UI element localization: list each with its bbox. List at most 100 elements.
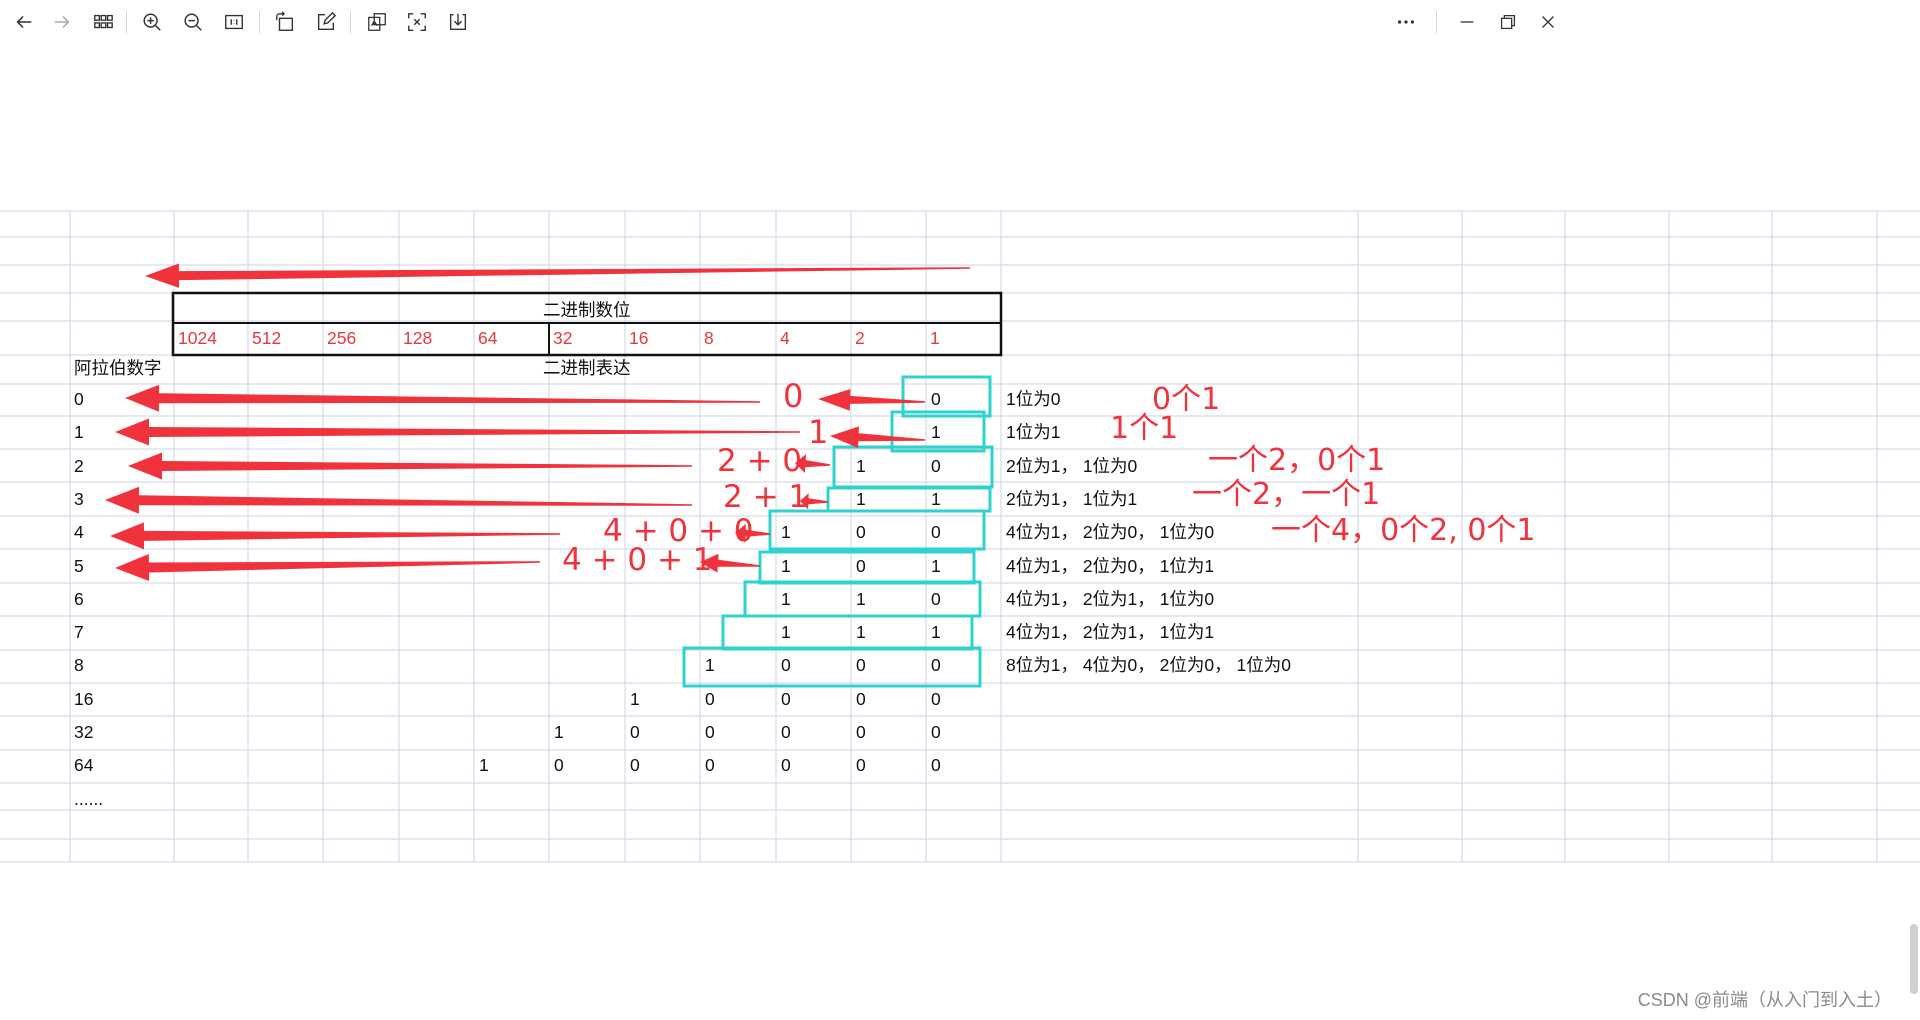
binary-digit-cell: 1 [781,555,791,576]
arabic-number-cell: 64 [74,755,94,776]
bit-description-cell: 4位为1， 2位为0， 1位为0 [1006,522,1215,543]
binary-digit-cell: 0 [705,722,715,742]
arabic-number-cell: 4 [74,522,84,543]
highlight-box [901,375,992,418]
binary-digits-header: 二进制数位 [543,300,631,320]
binary-digit-cell: 1 [931,622,941,643]
arabic-number-label: 阿拉伯数字 [74,358,162,378]
red-arrow [818,389,926,411]
bit-value-cell: 2 [855,328,865,348]
watermark: CSDN @前端（从入门到入土） [1637,990,1892,1010]
binary-digit-cell: 1 [856,488,866,509]
binary-digit-cell: 0 [856,755,866,776]
bit-description-cell: 2位为1， 1位为1 [1006,488,1138,509]
arabic-number-cell: 2 [74,455,84,476]
binary-digit-cell: 0 [931,588,941,609]
binary-digit-cell: 1 [856,622,866,643]
binary-digit-cell: 0 [781,655,791,676]
binary-digit-cell: 0 [705,755,715,776]
bit-value-cell: 16 [629,328,649,348]
bit-value-cell: 512 [252,328,282,348]
red-arrow [115,418,800,446]
binary-digit-cell: 1 [781,588,791,609]
sum-annotation: 2 + 1 [723,479,809,515]
sheet-canvas [0,210,1920,863]
bit-value-cell: 4 [780,328,790,348]
highlight-box [768,509,986,551]
binary-digit-cell: 1 [554,722,564,742]
arabic-number-cell: 5 [74,555,84,576]
sum-annotation: 0 [783,377,804,415]
binary-digit-cell: 0 [856,555,866,576]
arabic-number-cell: ...... [74,788,104,809]
bit-description-cell: 2位为1， 1位为0 [1006,455,1138,476]
arabic-number-cell: 7 [74,622,84,643]
binary-digit-cell: 0 [705,688,715,709]
bit-value-cell: 128 [403,328,433,348]
binary-digit-cell: 0 [931,688,941,709]
highlight-box [758,550,976,585]
binary-digit-cell: 0 [931,722,941,742]
count-annotation: 1个1 [1110,411,1179,446]
red-arrow [125,384,761,412]
bit-description-cell: 8位为1， 4位为0， 2位为0， 1位为0 [1006,655,1291,676]
binary-digit-cell: 0 [781,755,791,776]
sum-annotation: 2 + 0 [717,443,803,479]
binary-digit-cell: 1 [856,455,866,476]
bit-value-cell: 1024 [178,328,217,348]
binary-digit-cell: 1 [856,588,866,609]
arabic-number-cell: 0 [74,389,84,409]
binary-digit-cell: 0 [931,522,941,543]
binary-digit-cell: 1 [630,688,640,709]
red-arrow [145,263,971,288]
arabic-number-cell: 1 [74,422,84,443]
binary-digit-cell: 1 [931,555,941,576]
red-arrow [830,426,926,448]
binary-digit-cell: 1 [931,488,941,509]
red-arrow [110,522,561,550]
sum-annotation: 1 [808,413,829,451]
arabic-number-cell: 16 [74,688,94,709]
binary-digit-cell: 1 [781,622,791,643]
red-arrow [115,554,541,582]
spreadsheet-image: 二进制数位 阿拉伯数字 二进制表达 1024 512 256 128 64 32 16 8 4 2… [0,0,1920,1020]
bit-value-cell: 8 [704,328,714,348]
binary-digit-cell: 1 [781,522,791,543]
bit-value-cell: 64 [478,328,498,348]
binary-digit-cell: 0 [856,522,866,543]
binary-digit-cell: 0 [630,722,640,742]
arabic-number-cell: 8 [74,655,84,676]
arabic-number-cell: 6 [74,588,84,609]
binary-digit-cell: 1 [705,655,715,676]
binary-digit-cell: 0 [931,389,941,409]
highlight-box [826,486,992,513]
bit-value-cell: 256 [327,328,357,348]
binary-digit-cell: 0 [781,722,791,742]
binary-digit-cell: 0 [781,688,791,709]
count-annotation: 一个2，0个1 [1208,443,1386,478]
bit-description-cell: 1位为1 [1006,422,1061,443]
bit-description-cell: 1位为0 [1006,389,1061,409]
sum-annotation: 4 + 0 + 1 [562,542,713,578]
binary-digit-cell: 0 [931,455,941,476]
bit-value-cell: 1 [930,328,940,348]
arabic-number-cell: 3 [74,488,84,509]
bit-description-cell: 4位为1， 2位为1， 1位为1 [1006,622,1215,643]
binary-digit-cell: 0 [856,655,866,676]
bit-description-cell: 4位为1， 2位为1， 1位为0 [1006,588,1215,609]
binary-digit-cell: 1 [479,755,489,776]
bit-value-cell: 32 [553,328,573,348]
binary-digit-cell: 0 [931,755,941,776]
arabic-number-cell: 32 [74,722,94,742]
binary-digit-cell: 1 [931,422,941,443]
binary-digit-cell: 0 [554,755,564,776]
scrollbar-thumb[interactable] [1910,924,1918,994]
binary-expression-label: 二进制表达 [543,358,631,378]
binary-digit-cell: 0 [630,755,640,776]
binary-digit-cell: 0 [931,655,941,676]
count-annotation: 一个2，一个1 [1192,477,1381,512]
red-arrow [128,452,692,480]
binary-digit-cell: 0 [856,722,866,742]
bit-description-cell: 4位为1， 2位为0， 1位为1 [1006,555,1215,576]
binary-digit-cell: 0 [856,688,866,709]
